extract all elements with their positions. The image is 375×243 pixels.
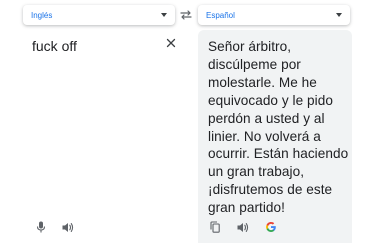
source-text-panel[interactable]: fuck off <box>23 30 188 243</box>
listen-translation-button[interactable] <box>236 220 250 234</box>
source-language-select[interactable]: Inglés <box>23 5 175 25</box>
speaker-icon <box>62 222 74 232</box>
target-language-label: Español <box>206 10 235 20</box>
clear-source-button[interactable] <box>164 36 178 50</box>
copy-icon <box>210 221 220 233</box>
listen-source-button[interactable] <box>61 220 75 234</box>
swap-languages-icon <box>180 10 192 20</box>
speaker-icon <box>237 222 249 232</box>
close-icon <box>166 38 176 48</box>
microphone-icon <box>36 221 46 233</box>
microphone-button[interactable] <box>34 220 48 234</box>
google-logo-icon <box>266 222 276 232</box>
copy-translation-button[interactable] <box>208 220 222 234</box>
source-text-input[interactable]: fuck off <box>32 38 77 54</box>
google-feedback-button[interactable] <box>264 220 278 234</box>
chevron-down-icon <box>336 13 342 17</box>
translate-widget: Inglés Español fuck off Señor árbitro, d… <box>0 0 375 243</box>
source-language-label: Inglés <box>31 10 53 20</box>
target-language-select[interactable]: Español <box>198 5 350 25</box>
translation-panel: Señor árbitro, discúlpeme por molestarle… <box>198 30 352 243</box>
swap-languages-button[interactable] <box>179 8 193 22</box>
chevron-down-icon <box>161 13 167 17</box>
translation-output: Señor árbitro, discúlpeme por molestarle… <box>208 39 349 216</box>
